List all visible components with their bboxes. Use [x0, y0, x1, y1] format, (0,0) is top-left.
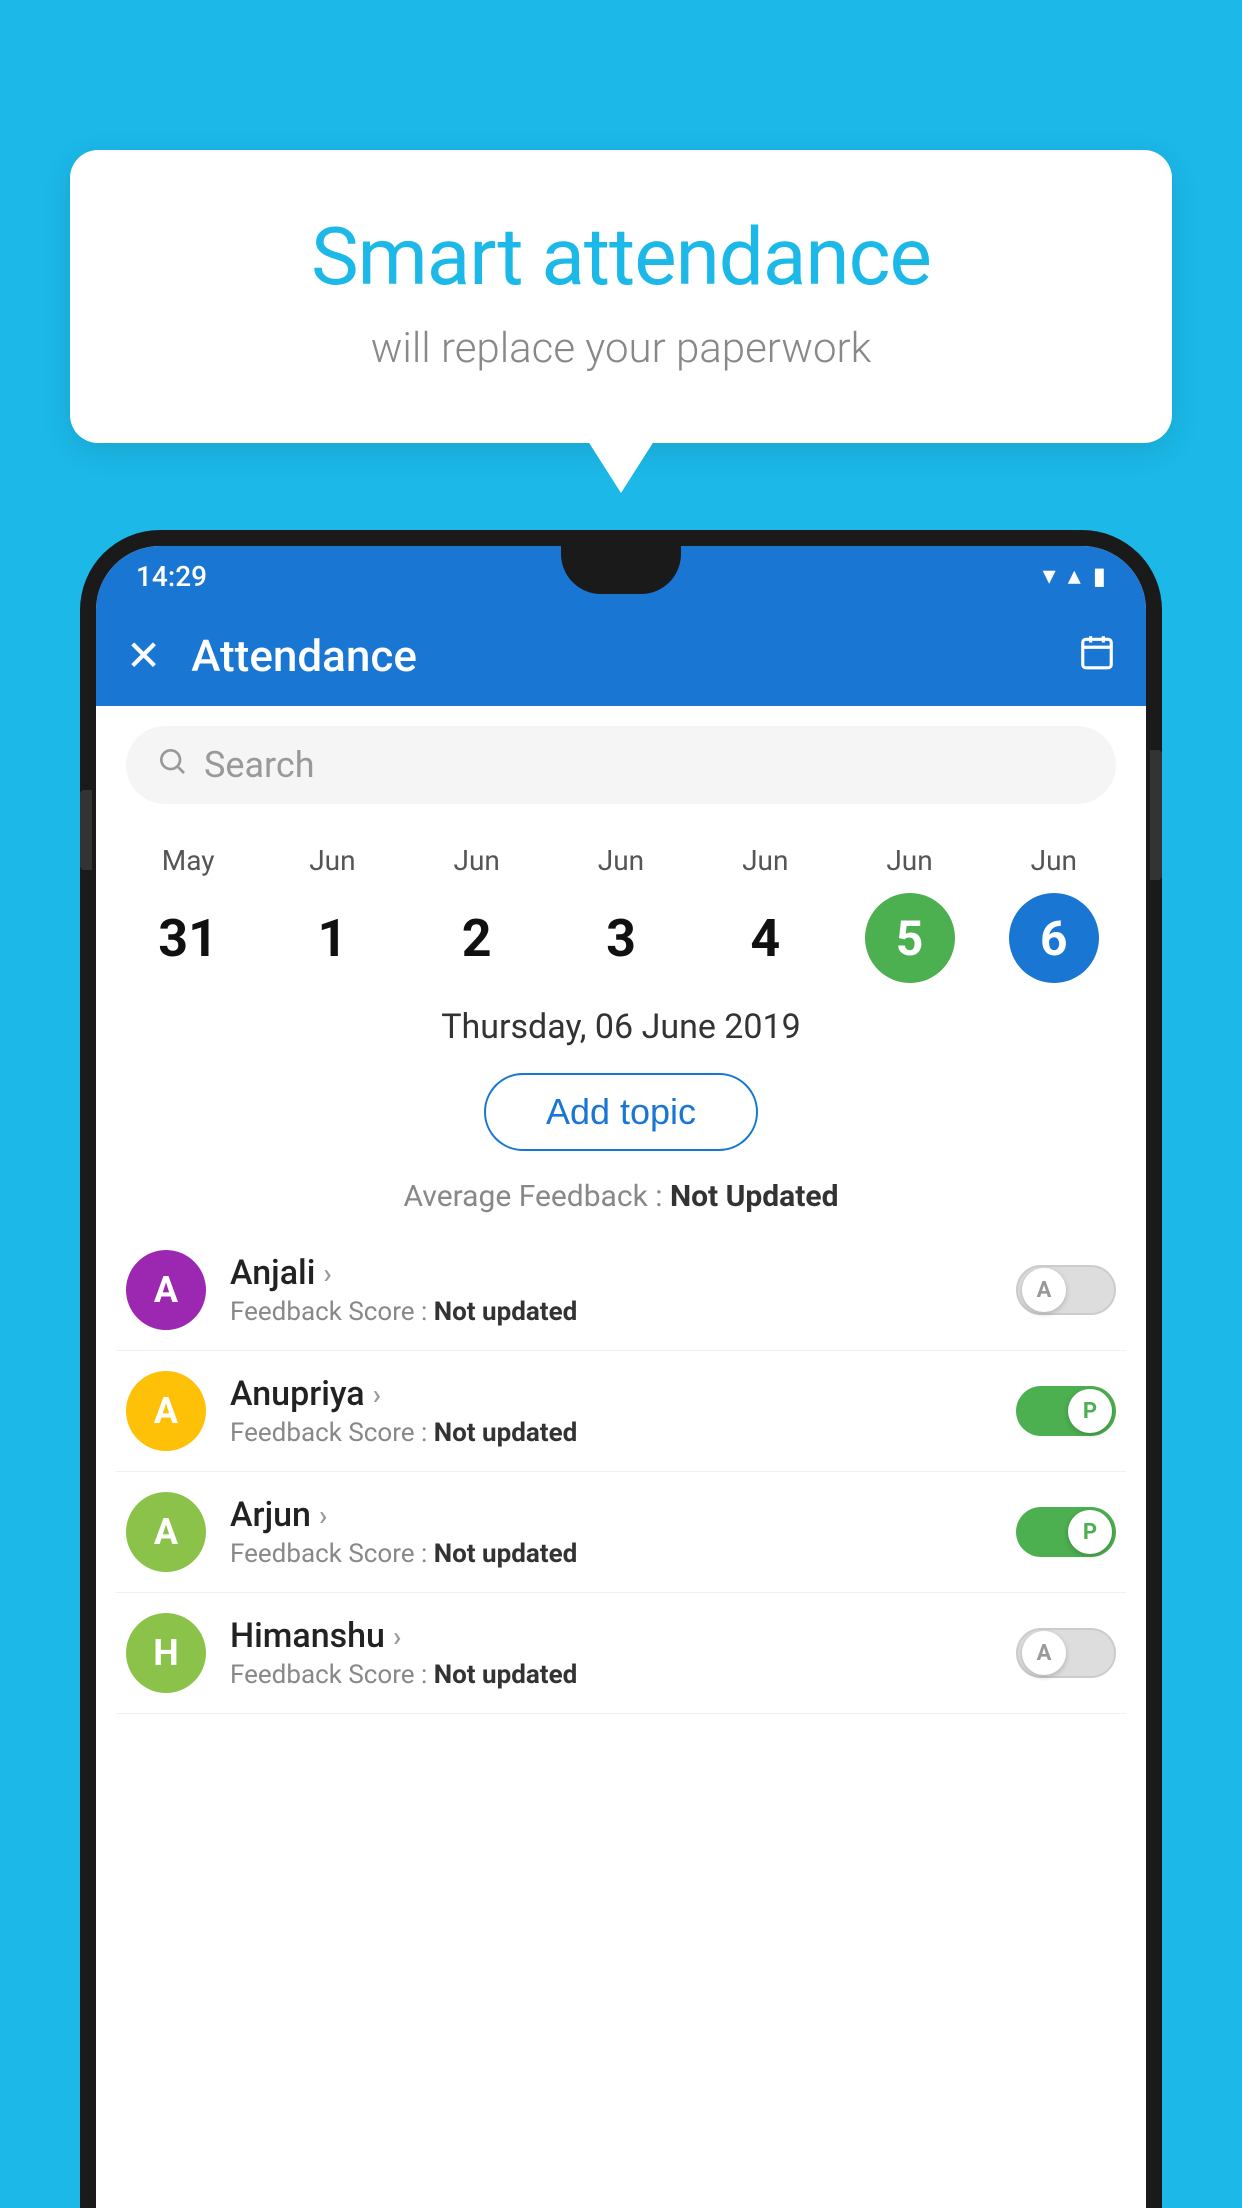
- student-info: Anjali › Feedback Score : Not updated: [230, 1253, 992, 1327]
- avg-feedback: Average Feedback : Not Updated: [96, 1167, 1146, 1230]
- toggle-container: A: [1016, 1628, 1116, 1678]
- date-item[interactable]: Jun 2: [417, 844, 537, 983]
- feedback-score: Feedback Score : Not updated: [230, 1297, 992, 1327]
- student-info: Anupriya › Feedback Score : Not updated: [230, 1374, 992, 1448]
- student-row[interactable]: A Anjali › Feedback Score : Not updated A: [116, 1230, 1126, 1351]
- date-item[interactable]: Jun 6: [994, 844, 1114, 983]
- chevron-icon: ›: [319, 1499, 327, 1532]
- date-item[interactable]: Jun 4: [705, 844, 825, 983]
- student-info: Arjun › Feedback Score : Not updated: [230, 1495, 992, 1569]
- date-month: Jun: [742, 844, 788, 877]
- calendar-icon[interactable]: [1078, 633, 1116, 680]
- attendance-toggle[interactable]: P: [1016, 1386, 1116, 1436]
- date-item[interactable]: Jun 3: [561, 844, 681, 983]
- student-row[interactable]: A Arjun › Feedback Score : Not updated P: [116, 1472, 1126, 1593]
- phone-screen-content: Search May 31 Jun 1 Jun 2 Jun 3 Jun 4 Jun 5 Jun 6 Thu…: [96, 706, 1146, 2208]
- attendance-toggle[interactable]: A: [1016, 1628, 1116, 1678]
- student-row[interactable]: H Himanshu › Feedback Score : Not updated A: [116, 1593, 1126, 1714]
- avatar: H: [126, 1613, 206, 1693]
- toggle-container: P: [1016, 1386, 1116, 1436]
- speech-bubble: Smart attendance will replace your paper…: [70, 150, 1172, 443]
- avg-feedback-label: Average Feedback :: [404, 1179, 670, 1214]
- status-time: 14:29: [136, 560, 207, 593]
- avatar: A: [126, 1371, 206, 1451]
- toggle-container: P: [1016, 1507, 1116, 1557]
- phone-frame: 14:29 ▾ ▴ ▮ ✕ Attendance: [80, 530, 1162, 2208]
- feedback-score: Feedback Score : Not updated: [230, 1539, 992, 1569]
- date-month: Jun: [886, 844, 932, 877]
- battery-icon: ▮: [1093, 562, 1106, 590]
- date-month: May: [162, 844, 215, 877]
- student-row[interactable]: A Anupriya › Feedback Score : Not updated P: [116, 1351, 1126, 1472]
- toggle-knob: A: [1022, 1268, 1066, 1312]
- date-month: Jun: [598, 844, 644, 877]
- bubble-subtitle: will replace your paperwork: [150, 324, 1092, 373]
- student-info: Himanshu › Feedback Score : Not updated: [230, 1616, 992, 1690]
- student-list: AAnjali ›Feedback Score : Not updatedAAA…: [96, 1230, 1146, 1714]
- date-number: 2: [432, 893, 522, 983]
- date-month: Jun: [309, 844, 355, 877]
- avatar: A: [126, 1492, 206, 1572]
- student-name: Himanshu ›: [230, 1616, 992, 1656]
- search-bar[interactable]: Search: [126, 726, 1116, 804]
- avg-feedback-value: Not Updated: [670, 1179, 839, 1214]
- attendance-toggle[interactable]: A: [1016, 1265, 1116, 1315]
- date-number: 31: [143, 893, 233, 983]
- date-item[interactable]: May 31: [128, 844, 248, 983]
- signal-icon: ▴: [1068, 561, 1081, 591]
- date-month: Jun: [1031, 844, 1077, 877]
- power-button: [1150, 750, 1162, 880]
- date-number: 6: [1009, 893, 1099, 983]
- feedback-score: Feedback Score : Not updated: [230, 1660, 992, 1690]
- date-number: 4: [720, 893, 810, 983]
- date-number: 3: [576, 893, 666, 983]
- date-number: 5: [865, 893, 955, 983]
- app-title: Attendance: [191, 630, 417, 682]
- chevron-icon: ›: [393, 1620, 401, 1653]
- toggle-knob: A: [1022, 1631, 1066, 1675]
- search-icon: [156, 744, 188, 786]
- phone-screen-wrapper: 14:29 ▾ ▴ ▮ ✕ Attendance: [96, 546, 1146, 2208]
- feedback-score: Feedback Score : Not updated: [230, 1418, 992, 1448]
- attendance-toggle[interactable]: P: [1016, 1507, 1116, 1557]
- date-item[interactable]: Jun 5: [850, 844, 970, 983]
- student-name: Arjun ›: [230, 1495, 992, 1535]
- selected-date-label: Thursday, 06 June 2019: [96, 983, 1146, 1057]
- status-icons: ▾ ▴ ▮: [1043, 561, 1106, 591]
- date-scroll: May 31 Jun 1 Jun 2 Jun 3 Jun 4 Jun 5 Jun 6: [96, 824, 1146, 983]
- wifi-icon: ▾: [1043, 561, 1056, 591]
- student-name: Anupriya ›: [230, 1374, 992, 1414]
- date-month: Jun: [454, 844, 500, 877]
- app-bar-left: ✕ Attendance: [126, 630, 417, 682]
- date-number: 1: [287, 893, 377, 983]
- date-item[interactable]: Jun 1: [272, 844, 392, 983]
- chevron-icon: ›: [323, 1257, 331, 1290]
- close-button[interactable]: ✕: [126, 631, 161, 681]
- app-bar: ✕ Attendance: [96, 606, 1146, 706]
- add-topic-container: Add topic: [96, 1073, 1146, 1151]
- volume-button: [80, 790, 92, 870]
- toggle-knob: P: [1068, 1389, 1112, 1433]
- chevron-icon: ›: [373, 1378, 381, 1411]
- student-name: Anjali ›: [230, 1253, 992, 1293]
- search-placeholder: Search: [204, 744, 315, 786]
- toggle-container: A: [1016, 1265, 1116, 1315]
- notch: [561, 546, 681, 594]
- bubble-title: Smart attendance: [150, 210, 1092, 304]
- avatar: A: [126, 1250, 206, 1330]
- toggle-knob: P: [1068, 1510, 1112, 1554]
- speech-bubble-container: Smart attendance will replace your paper…: [70, 150, 1172, 443]
- add-topic-button[interactable]: Add topic: [484, 1073, 758, 1151]
